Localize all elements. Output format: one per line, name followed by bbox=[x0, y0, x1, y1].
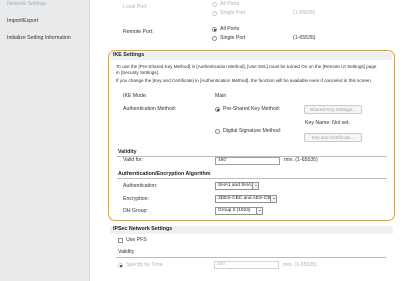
specify-by-time-radio[interactable] bbox=[118, 263, 123, 268]
encryption-select[interactable]: 3DES-CBC and AES-CBC bbox=[215, 195, 277, 203]
key-and-certificate-button[interactable]: Key and Certificate... bbox=[304, 133, 362, 142]
remote-all-ports-radio[interactable] bbox=[212, 27, 217, 32]
dh-group-value: Group 2 (1024) bbox=[218, 208, 251, 213]
sidebar: Network Settings Import/Export Initializ… bbox=[0, 0, 90, 281]
local-port-range: (1-65535) bbox=[293, 10, 316, 16]
chevron-down-icon bbox=[256, 208, 262, 215]
algorithm-subheader: Authentication/Encryption Algorithm bbox=[118, 171, 211, 177]
use-pfs-label: Use PFS bbox=[126, 237, 147, 243]
specify-by-time-label: Specify by Time bbox=[126, 262, 163, 268]
authentication-algorithm-value: SHA1 and SHA2 bbox=[218, 183, 254, 188]
ike-settings-header: IKE Settings bbox=[110, 52, 392, 60]
encryption-label: Encryption: bbox=[123, 196, 149, 202]
local-all-ports-label: All Ports bbox=[220, 1, 240, 7]
use-pfs-checkbox[interactable] bbox=[118, 238, 123, 243]
valid-for-input[interactable]: 480 bbox=[215, 157, 280, 165]
pre-shared-key-label: Pre-Shared Key Method: bbox=[223, 106, 281, 112]
dh-group-label: DH Group: bbox=[123, 208, 148, 214]
ike-note-line2: in [Security Settings]. bbox=[116, 70, 160, 75]
chevron-down-icon bbox=[252, 183, 258, 190]
chevron-down-icon bbox=[270, 196, 276, 203]
ipsec-time-input[interactable]: 480 bbox=[214, 261, 279, 269]
remote-single-port-label: Single Port bbox=[220, 35, 246, 41]
remote-port-label: Remote Port: bbox=[123, 29, 154, 35]
algorithm-divider bbox=[117, 178, 387, 179]
local-single-port-label: Single Port bbox=[220, 10, 246, 16]
pre-shared-key-radio[interactable] bbox=[215, 107, 220, 112]
encryption-value: 3DES-CBC and AES-CBC bbox=[218, 196, 274, 201]
sidebar-item-network-settings[interactable]: Network Settings bbox=[7, 1, 46, 8]
ike-mode-label: IKE Mode: bbox=[123, 93, 148, 99]
ike-note-line1: To use the [Pre-Shared Key Method] in [A… bbox=[116, 64, 377, 69]
validity-subheader: Validity bbox=[118, 149, 137, 155]
shared-key-settings-button[interactable]: Shared Key Settings... bbox=[304, 105, 362, 114]
authentication-algorithm-label: Authentication: bbox=[123, 183, 158, 189]
ike-note-line3: If you change the [Key and Certificate] … bbox=[116, 78, 373, 83]
remote-single-port-radio[interactable] bbox=[212, 36, 217, 41]
ike-settings-panel: IKE Settings To use the [Pre-Shared Key … bbox=[108, 50, 395, 221]
ike-mode-value: Main bbox=[215, 93, 227, 99]
sidebar-item-import-export[interactable]: Import/Export bbox=[7, 18, 38, 25]
key-name-status: Key Name: Not set. bbox=[305, 120, 350, 126]
local-all-ports-radio[interactable] bbox=[212, 2, 217, 7]
remote-port-range: (1-65535) bbox=[293, 35, 316, 41]
sidebar-item-initialize-setting-information[interactable]: Initialize Setting Information bbox=[7, 35, 71, 42]
remote-all-ports-label: All Ports bbox=[220, 26, 240, 32]
ipsec-network-settings-header: IPSec Network Settings bbox=[110, 226, 393, 234]
authentication-algorithm-select[interactable]: SHA1 and SHA2 bbox=[215, 182, 259, 190]
valid-for-label: Valid for: bbox=[123, 157, 144, 163]
ipsec-validity-label: Validity bbox=[118, 249, 135, 255]
valid-for-unit: min. (1-65535) bbox=[284, 157, 318, 163]
digital-signature-radio[interactable] bbox=[215, 129, 220, 134]
digital-signature-label: Digital Signature Method: bbox=[223, 128, 282, 134]
local-single-port-radio[interactable] bbox=[212, 11, 217, 16]
ipsec-time-unit: min. (1-65535) bbox=[283, 262, 317, 268]
ipsec-validity-divider bbox=[116, 257, 386, 258]
authentication-method-label: Authentication Method: bbox=[123, 106, 177, 112]
local-port-label: Local Port: bbox=[123, 4, 148, 10]
dh-group-select[interactable]: Group 2 (1024) bbox=[215, 207, 263, 215]
